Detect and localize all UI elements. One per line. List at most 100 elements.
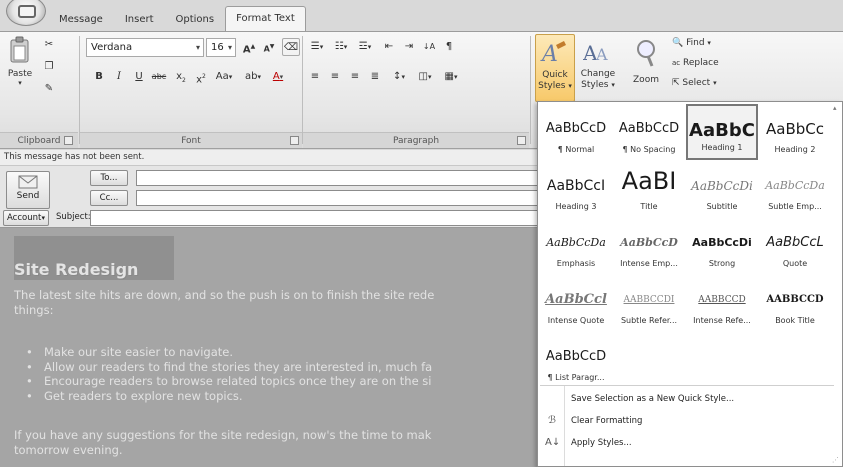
- grow-font-icon[interactable]: A▲: [240, 38, 258, 56]
- sort-icon[interactable]: ↓A: [420, 38, 438, 56]
- multilevel-list-icon[interactable]: ☲▾: [354, 38, 376, 56]
- style-intense-reference[interactable]: AABBCCD Intense Refe...: [686, 275, 758, 331]
- style-emphasis[interactable]: AaBbCcDa Emphasis: [540, 218, 612, 274]
- scroll-up-icon[interactable]: ▴: [833, 104, 837, 112]
- body-bullet-list: Make our site easier to navigate. Allow …: [26, 345, 432, 404]
- align-right-icon[interactable]: ≡: [346, 68, 364, 86]
- paste-icon: [10, 36, 29, 63]
- italic-icon[interactable]: I: [110, 68, 128, 86]
- message-body[interactable]: Site Redesign The latest site hits are d…: [0, 228, 545, 467]
- superscript-icon[interactable]: x2: [192, 68, 210, 86]
- svg-text:A: A: [595, 45, 608, 64]
- highlight-icon[interactable]: ab▾: [242, 68, 264, 86]
- style-subtle-reference[interactable]: AABBCCDI Subtle Refer...: [613, 275, 685, 331]
- tab-insert[interactable]: Insert: [114, 14, 165, 32]
- apply-styles-menu-item[interactable]: A↓ Apply Styles...: [540, 432, 840, 454]
- subject-field[interactable]: [90, 210, 545, 226]
- shading-icon[interactable]: ◫▾: [414, 68, 436, 86]
- tab-format-text[interactable]: Format Text: [225, 6, 306, 33]
- find-button[interactable]: 🔍 Find ▾: [672, 38, 711, 49]
- quick-styles-label-2: Styles ▾: [538, 81, 572, 91]
- font-size-select[interactable]: 16 ▾: [206, 38, 236, 57]
- font-color-icon[interactable]: A▾: [266, 68, 290, 86]
- body-paragraph-1: The latest site hits are down, and so th…: [14, 288, 435, 317]
- paste-button[interactable]: Paste ▾: [4, 36, 36, 89]
- cc-field[interactable]: [136, 190, 545, 206]
- style-normal[interactable]: AaBbCcD ¶ Normal: [540, 104, 612, 160]
- clipboard-launcher-icon[interactable]: [64, 136, 73, 145]
- style-title[interactable]: AaBI Title: [613, 161, 685, 217]
- style-intense-emphasis[interactable]: AaBbCcD Intense Emp...: [613, 218, 685, 274]
- subscript-icon[interactable]: x2: [172, 68, 190, 86]
- bullets-icon[interactable]: ☰▾: [306, 38, 328, 56]
- increase-indent-icon[interactable]: ⇥: [400, 38, 418, 56]
- select-button[interactable]: ⇱ Select ▾: [672, 78, 717, 89]
- paragraph-launcher-icon[interactable]: [517, 136, 526, 145]
- copy-icon[interactable]: ❐: [40, 58, 58, 76]
- style-heading-3[interactable]: AaBbCcI Heading 3: [540, 161, 612, 217]
- replace-icon: ac: [672, 59, 681, 67]
- list-item: Allow our readers to find the stories th…: [26, 360, 432, 375]
- style-subtitle[interactable]: AaBbCcDi Subtitle: [686, 161, 758, 217]
- strikethrough-icon[interactable]: abc: [150, 68, 168, 86]
- info-bar: This message has not been sent.: [0, 150, 545, 166]
- to-field[interactable]: [136, 170, 545, 186]
- style-quote[interactable]: AaBbCcL Quote: [759, 218, 831, 274]
- style-heading-2[interactable]: AaBbCc Heading 2: [759, 104, 831, 160]
- zoom-label: Zoom: [633, 75, 659, 85]
- clear-format-icon[interactable]: ⌫: [282, 38, 300, 56]
- cc-button[interactable]: Cc...: [90, 190, 128, 206]
- send-button[interactable]: Send: [6, 171, 50, 209]
- body-heading: Site Redesign: [14, 260, 139, 279]
- clear-formatting-icon: ℬ: [548, 415, 556, 426]
- align-left-icon[interactable]: ≡: [306, 68, 324, 86]
- select-icon: ⇱: [672, 78, 680, 88]
- style-heading-1[interactable]: AaBbC Heading 1: [686, 104, 758, 160]
- style-strong[interactable]: AaBbCcDi Strong: [686, 218, 758, 274]
- save-selection-menu-item[interactable]: Save Selection as a New Quick Style...: [540, 388, 840, 410]
- gallery-scrollbar[interactable]: ▴: [833, 104, 841, 386]
- show-formatting-icon[interactable]: ¶: [440, 38, 458, 56]
- subject-label: Subject:: [56, 212, 91, 222]
- change-styles-button[interactable]: A A Change Styles ▾: [578, 38, 618, 91]
- replace-button[interactable]: ac Replace: [672, 58, 719, 69]
- tab-message[interactable]: Message: [48, 14, 114, 32]
- account-button[interactable]: Account ▾: [3, 210, 49, 226]
- font-launcher-icon[interactable]: [290, 136, 299, 145]
- tab-options[interactable]: Options: [165, 14, 226, 32]
- body-paragraph-2: If you have any suggestions for the site…: [14, 428, 432, 457]
- bold-icon[interactable]: B: [90, 68, 108, 86]
- find-icon: 🔍: [672, 38, 684, 48]
- clear-formatting-menu-item[interactable]: ℬ Clear Formatting: [540, 410, 840, 432]
- quick-styles-button[interactable]: A Quick Styles ▾: [535, 34, 575, 102]
- change-styles-icon: A A: [583, 41, 608, 65]
- zoom-button[interactable]: Zoom: [626, 38, 666, 86]
- borders-icon[interactable]: ▦▾: [440, 68, 462, 86]
- list-item: Get readers to explore new topics.: [26, 389, 432, 404]
- message-header: Send To... Cc... Account ▾ Subject:: [0, 166, 545, 228]
- office-button[interactable]: [6, 0, 46, 26]
- change-case-icon[interactable]: Aa▾: [212, 68, 236, 86]
- align-center-icon[interactable]: ≡: [326, 68, 344, 86]
- font-family-select[interactable]: Verdana ▾: [86, 38, 204, 57]
- style-subtle-emphasis[interactable]: AaBbCcDa Subtle Emp...: [759, 161, 831, 217]
- resize-grip-icon[interactable]: ⋰: [832, 456, 839, 464]
- style-book-title[interactable]: AABBCCD Book Title: [759, 275, 831, 331]
- style-no-spacing[interactable]: AaBbCcD ¶ No Spacing: [613, 104, 685, 160]
- change-styles-label-2: Styles ▾: [581, 80, 615, 90]
- decrease-indent-icon[interactable]: ⇤: [380, 38, 398, 56]
- underline-icon[interactable]: U: [130, 68, 148, 86]
- justify-icon[interactable]: ≣: [366, 68, 384, 86]
- paragraph-group-label: Paragraph: [303, 132, 529, 148]
- shrink-font-icon[interactable]: A▼: [260, 38, 278, 56]
- style-list-paragraph[interactable]: AaBbCcD ¶ List Paragr...: [540, 332, 612, 388]
- cut-icon[interactable]: ✂: [40, 36, 58, 54]
- ribbon-tabs: Message Insert Options Format Text: [48, 0, 306, 33]
- line-spacing-icon[interactable]: ↕▾: [388, 68, 410, 86]
- to-button[interactable]: To...: [90, 170, 128, 186]
- numbering-icon[interactable]: ☷▾: [330, 38, 352, 56]
- quick-styles-label-1: Quick: [542, 70, 568, 80]
- style-intense-quote[interactable]: AaBbCcl Intense Quote: [540, 275, 612, 331]
- quick-styles-gallery: AaBbCcD ¶ Normal AaBbCcD ¶ No Spacing Aa…: [537, 101, 843, 467]
- format-painter-icon[interactable]: ✎: [40, 80, 58, 98]
